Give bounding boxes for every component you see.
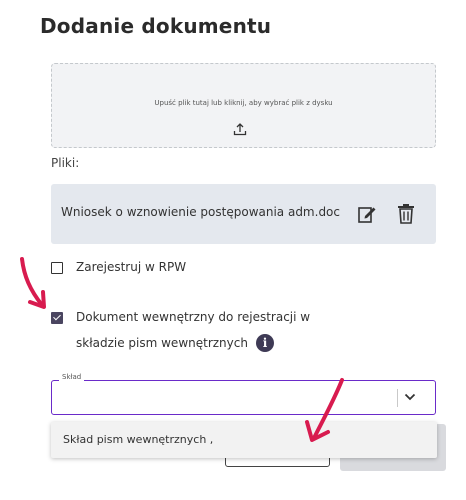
select-divider	[397, 389, 398, 407]
sklad-select-label: Skład	[59, 373, 85, 381]
internal-document-label[interactable]: Dokument wewnętrzny do rejestracji w	[76, 310, 310, 324]
annotation-arrow-left	[20, 257, 46, 309]
upload-icon[interactable]	[233, 122, 247, 136]
sklad-select[interactable]	[51, 380, 436, 415]
sklad-dropdown-menu: Skład pism wewnętrznych ,	[51, 422, 437, 458]
register-rpw-label[interactable]: Zarejestruj w RPW	[76, 260, 186, 274]
dialog-title: Dodanie dokumentu	[40, 14, 272, 38]
file-name: Wniosek o wznowienie postępowania adm.do…	[61, 205, 340, 219]
dropzone-text: Upuść plik tutaj lub kliknij, aby wybrać…	[154, 99, 333, 107]
internal-document-checkbox[interactable]	[51, 312, 63, 324]
internal-document-label-line2[interactable]: składzie pism wewnętrznych	[76, 336, 248, 350]
trash-icon[interactable]	[396, 203, 416, 224]
add-document-dialog: Dodanie dokumentu Upuść plik tutaj lub k…	[0, 0, 466, 500]
sklad-option[interactable]: Skład pism wewnętrznych ,	[63, 433, 213, 446]
edit-icon[interactable]	[357, 204, 377, 224]
file-item: Wniosek o wznowienie postępowania adm.do…	[51, 184, 436, 244]
info-icon[interactable]: i	[256, 334, 274, 352]
chevron-down-icon[interactable]	[404, 392, 416, 402]
register-rpw-checkbox[interactable]	[51, 262, 63, 274]
files-label: Pliki:	[51, 156, 80, 170]
